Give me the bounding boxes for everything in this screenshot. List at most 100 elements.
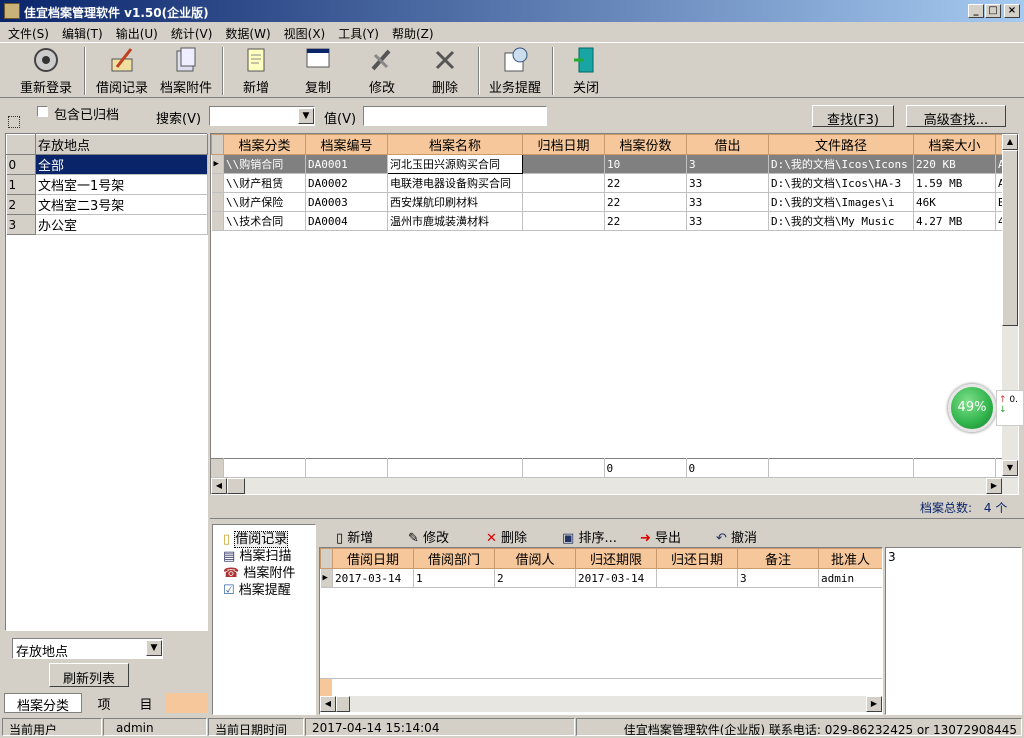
nav-reminder[interactable]: ☑ 档案提醒 — [223, 582, 295, 599]
scroll-left-icon[interactable]: ◀ — [320, 696, 336, 712]
advanced-search-button[interactable]: 高级查找... — [906, 105, 1006, 128]
nav-scan[interactable]: ▤ 档案扫描 — [223, 548, 295, 565]
refresh-list-button[interactable]: 刷新列表 — [49, 663, 129, 687]
detail-undo-button[interactable]: ↶ 撤消 — [716, 527, 757, 546]
cell: DA0002 — [305, 173, 388, 193]
hscroll-thumb[interactable] — [227, 478, 245, 494]
cell: DA0001 — [305, 154, 388, 174]
menu-stats[interactable]: 统计(V) — [163, 22, 218, 42]
hscroll-thumb[interactable] — [336, 696, 350, 712]
column-header[interactable]: 档案大小 — [913, 134, 996, 155]
maximize-button[interactable]: □ — [985, 4, 1001, 18]
nav-attachment[interactable]: ☎ 档案附件 — [223, 565, 295, 582]
menu-help[interactable]: 帮助(Z) — [384, 22, 439, 42]
column-header[interactable]: 借阅部门 — [413, 548, 495, 569]
cell: D:\我的文档\Images\i — [768, 192, 914, 212]
undo-icon: ↶ — [716, 531, 727, 546]
column-header[interactable]: 档案份数 — [604, 134, 687, 155]
scroll-right-icon[interactable]: ▶ — [866, 696, 882, 712]
delete-x-icon: ✕ — [486, 531, 497, 546]
row-indicator-icon: ▶ — [320, 568, 333, 588]
column-header[interactable]: 档案分类 — [223, 134, 306, 155]
title-bar: 佳宜档案管理软件 v1.50(企业版) _ □ × — [0, 0, 1024, 22]
delete-button[interactable]: 删除 — [425, 45, 465, 97]
column-header[interactable]: 备注 — [737, 548, 819, 569]
borrow-record-button[interactable]: 借阅记录 — [90, 45, 154, 97]
menu-tools[interactable]: 工具(Y) — [330, 22, 384, 42]
column-header[interactable]: 批准人 — [818, 548, 882, 569]
table-row[interactable]: \\技术合同 DA0004 温州市鹿城装潢材料 22 33 D:\我的文档\My Musi… — [211, 211, 1018, 231]
copy-button[interactable]: 复制 — [298, 45, 338, 97]
menu-file[interactable]: 文件(S) — [0, 22, 54, 42]
tab-catalog[interactable]: 目 — [126, 693, 166, 713]
include-archived-checkbox[interactable] — [37, 106, 48, 117]
detail-sort-button[interactable]: ▣ 排序... — [562, 527, 617, 546]
column-header[interactable]: 文件路径 — [768, 134, 914, 155]
sort-icon: ▣ — [562, 531, 575, 546]
detail-export-button[interactable]: ➜ 导出 — [640, 527, 681, 546]
network-speed-gauge[interactable]: 49% — [948, 384, 996, 432]
cell — [522, 173, 605, 193]
column-header[interactable]: 归档日期 — [522, 134, 605, 155]
scroll-thumb[interactable] — [1002, 150, 1018, 326]
list-item[interactable]: 3 办公室 — [6, 214, 208, 235]
edit-button[interactable]: 修改 — [362, 45, 402, 97]
column-header[interactable]: 借阅人 — [494, 548, 576, 569]
business-reminder-button[interactable]: 业务提醒 — [484, 45, 546, 97]
add-button[interactable]: 新增 — [236, 45, 276, 97]
menu-edit[interactable]: 编辑(T) — [54, 22, 108, 42]
scroll-up-icon[interactable]: ▲ — [1002, 134, 1018, 150]
menu-view[interactable]: 视图(X) — [276, 22, 331, 42]
copy-icon — [306, 48, 330, 68]
grid-config-icon[interactable] — [8, 116, 20, 128]
table-row[interactable]: \\财产租赁 DA0002 电联港电器设备购买合同 22 33 D:\我的文档\Icos\… — [211, 173, 1018, 193]
column-header[interactable]: 档案名称 — [387, 134, 523, 155]
menu-bar: 文件(S) 编辑(T) 输出(U) 统计(V) 数据(W) 视图(X) 工具(Y) 帮助(Z) — [0, 22, 1024, 42]
cell: 22 — [604, 192, 687, 212]
column-header[interactable]: 档案编号 — [305, 134, 388, 155]
list-item[interactable]: 2 文档室二3号架 — [6, 194, 208, 215]
action-label: 排序... — [578, 531, 617, 546]
location-combo[interactable]: 存放地点 ▼ — [12, 638, 163, 660]
close-label: 关闭 — [572, 81, 599, 96]
minimize-button[interactable]: _ — [968, 4, 984, 18]
search-button[interactable]: 查找(F3) — [812, 105, 894, 128]
column-header[interactable]: 归还期限 — [575, 548, 657, 569]
borrow-hscrollbar[interactable]: ◀ ▶ — [320, 696, 882, 712]
detail-add-button[interactable]: ▯ 新增 — [336, 527, 373, 546]
detail-edit-button[interactable]: ✎ 修改 — [408, 527, 449, 546]
close-window-button[interactable]: × — [1004, 4, 1020, 18]
delete-label: 删除 — [431, 81, 458, 96]
column-header[interactable]: 归还日期 — [656, 548, 738, 569]
scroll-left-icon[interactable]: ◀ — [211, 478, 227, 494]
nav-borrow-record[interactable]: ▯ 借阅记录 — [223, 531, 295, 548]
menu-data[interactable]: 数据(W) — [217, 22, 275, 42]
attachment-button[interactable]: 档案附件 — [156, 45, 216, 97]
relogin-button[interactable]: 重新登录 — [14, 45, 78, 97]
tab-item[interactable]: 项 — [84, 693, 124, 713]
checklist-icon: ☑ — [223, 583, 235, 598]
search-value-input[interactable] — [363, 106, 547, 126]
column-header[interactable]: 借出 — [686, 134, 769, 155]
close-button[interactable]: 关闭 — [566, 45, 606, 97]
menu-output[interactable]: 输出(U) — [108, 22, 163, 42]
column-header[interactable]: 借阅日期 — [332, 548, 414, 569]
memo-box[interactable]: 3 — [885, 547, 1022, 715]
list-item[interactable]: 0 全部 — [6, 154, 208, 175]
search-field-select[interactable]: ▼ — [209, 106, 315, 126]
scroll-right-icon[interactable]: ▶ — [986, 478, 1002, 494]
delete-icon — [435, 50, 455, 70]
reminder-label: 业务提醒 — [488, 81, 541, 96]
table-row[interactable]: ▶ \\购销合同 DA0001 河北玉田兴源购买合同 10 3 D:\我的文档\Icos\… — [211, 154, 1018, 174]
table-row[interactable]: ▶ 2017-03-14 1 2 2017-03-14 3 admin — [320, 568, 882, 588]
detail-delete-button[interactable]: ✕ 删除 — [486, 527, 527, 546]
scroll-down-icon[interactable]: ▼ — [1002, 460, 1018, 476]
app-icon — [4, 3, 20, 19]
row-number: 1 — [6, 174, 36, 195]
tab-category[interactable]: 档案分类 — [4, 693, 82, 714]
list-item[interactable]: 1 文档室一1号架 — [6, 174, 208, 195]
cell — [522, 154, 605, 174]
table-row[interactable]: \\财产保险 DA0003 西安煤航印刷材料 22 33 D:\我的文档\Images\i… — [211, 192, 1018, 212]
horizontal-scrollbar[interactable]: ◀ ▶ — [211, 478, 1018, 494]
cell: D:\我的文档\Icos\HA-3 — [768, 173, 914, 193]
